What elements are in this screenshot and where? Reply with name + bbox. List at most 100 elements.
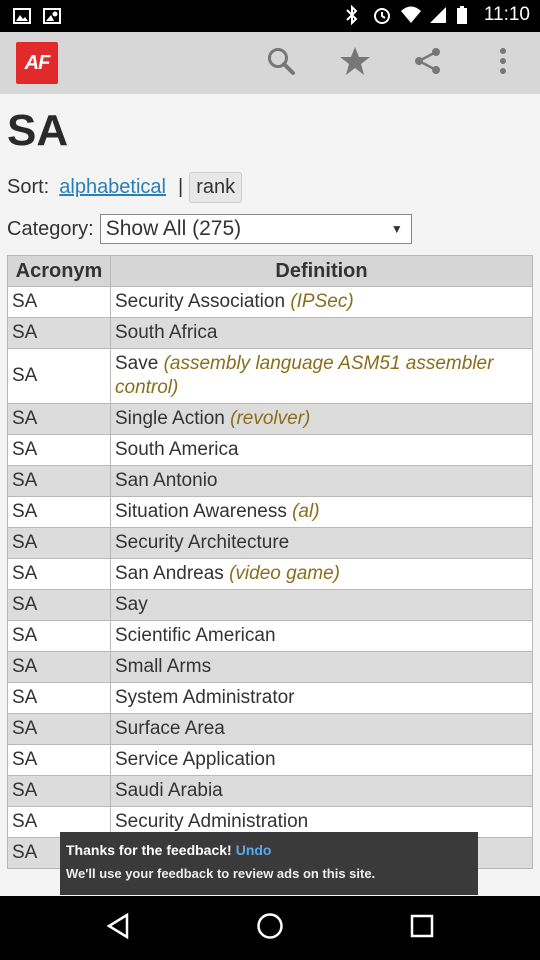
table-row[interactable]: SA Surface Area xyxy=(7,713,533,745)
signal-icon xyxy=(428,5,448,25)
definition-text: San Antonio xyxy=(115,470,218,491)
definition-cell[interactable]: Security Architecture xyxy=(110,527,533,559)
app-logo[interactable]: AF xyxy=(16,42,58,84)
category-label: Category: xyxy=(7,217,94,240)
acronym-cell: SA xyxy=(7,496,111,528)
map-image-icon xyxy=(42,6,62,26)
acronym-cell: SA xyxy=(7,713,111,745)
definition-column-header[interactable]: Definition xyxy=(110,255,533,287)
table-header-row: Acronym Definition xyxy=(7,255,533,287)
share-icon xyxy=(413,46,443,81)
acronym-cell: SA xyxy=(7,589,111,621)
definition-text: Security Architecture xyxy=(115,532,290,553)
definition-cell[interactable]: Service Application xyxy=(110,744,533,776)
definition-cell[interactable]: Say xyxy=(110,589,533,621)
acronym-cell: SA xyxy=(7,527,111,559)
bluetooth-icon xyxy=(344,4,364,26)
definition-text: Surface Area xyxy=(115,718,225,739)
definition-cell[interactable]: Surface Area xyxy=(110,713,533,745)
table-row[interactable]: SA Small Arms xyxy=(7,651,533,683)
page-title: SA xyxy=(7,106,69,155)
definition-text: System Administrator xyxy=(115,687,295,708)
definition-cell[interactable]: Small Arms xyxy=(110,651,533,683)
home-circle-icon xyxy=(255,911,285,946)
definition-cell[interactable]: System Administrator xyxy=(110,682,533,714)
table-row[interactable]: SA Security Association (IPSec) xyxy=(7,286,533,318)
acronym-cell: SA xyxy=(7,465,111,497)
table-row[interactable]: SA Single Action (revolver) xyxy=(7,403,533,435)
share-button[interactable] xyxy=(411,46,445,80)
definition-note: (IPSec) xyxy=(290,291,354,312)
definition-text: Service Application xyxy=(115,749,276,770)
table-row[interactable]: SA Service Application xyxy=(7,744,533,776)
table-row[interactable]: SA Saudi Arabia xyxy=(7,775,533,807)
toast-message: Thanks for the feedback! xyxy=(66,842,232,858)
definition-cell[interactable]: Save (assembly language ASM51 assembler … xyxy=(110,348,533,404)
back-triangle-icon xyxy=(105,912,131,945)
definition-text: Single Action xyxy=(115,408,225,429)
sort-label: Sort: xyxy=(7,176,50,198)
definition-cell[interactable]: San Andreas (video game) xyxy=(110,558,533,590)
definition-cell[interactable]: Scientific American xyxy=(110,620,533,652)
category-row: Category: Show All (275) ▼ xyxy=(7,214,412,244)
acronym-cell: SA xyxy=(7,317,111,349)
acronym-cell: SA xyxy=(7,286,111,318)
table-row[interactable]: SA South America xyxy=(7,434,533,466)
definition-note: (video game) xyxy=(229,563,340,584)
acronym-cell: SA xyxy=(7,651,111,683)
acronym-table: Acronym Definition SA Security Associatio… xyxy=(7,255,533,869)
sort-rank-option[interactable]: rank xyxy=(189,172,243,203)
table-row[interactable]: SA Scientific American xyxy=(7,620,533,652)
definition-text: Say xyxy=(115,594,148,615)
definition-text: Save xyxy=(115,353,159,374)
acronym-cell: SA xyxy=(7,744,111,776)
star-icon xyxy=(339,45,371,82)
status-bar: 11:10 xyxy=(0,0,540,32)
home-button[interactable] xyxy=(252,910,288,946)
undo-button[interactable]: Undo xyxy=(236,842,272,858)
table-row[interactable]: SA South Africa xyxy=(7,317,533,349)
definition-cell[interactable]: Saudi Arabia xyxy=(110,775,533,807)
table-row[interactable]: SA San Antonio xyxy=(7,465,533,497)
acronym-column-header[interactable]: Acronym xyxy=(7,255,111,287)
definition-cell[interactable]: San Antonio xyxy=(110,465,533,497)
definition-cell[interactable]: Security Association (IPSec) xyxy=(110,286,533,318)
battery-icon xyxy=(456,5,476,25)
alarm-icon xyxy=(372,5,392,25)
definition-text: Scientific American xyxy=(115,625,276,646)
back-button[interactable] xyxy=(100,910,136,946)
image-icon xyxy=(12,6,32,26)
definition-cell[interactable]: Situation Awareness (al) xyxy=(110,496,533,528)
definition-text: South Africa xyxy=(115,322,218,343)
table-row[interactable]: SA San Andreas (video game) xyxy=(7,558,533,590)
table-row[interactable]: SA System Administrator xyxy=(7,682,533,714)
table-row[interactable]: SA Security Architecture xyxy=(7,527,533,559)
favorite-button[interactable] xyxy=(338,46,372,80)
sort-alphabetical-link[interactable]: alphabetical xyxy=(59,176,166,199)
definition-cell[interactable]: South America xyxy=(110,434,533,466)
definition-cell[interactable]: South Africa xyxy=(110,317,533,349)
definition-text: Security Association xyxy=(115,291,286,312)
category-select[interactable]: Show All (275) ▼ xyxy=(99,214,412,244)
definition-text: Situation Awareness xyxy=(115,501,287,522)
definition-note: (revolver) xyxy=(230,408,311,429)
more-vert-icon xyxy=(498,46,508,81)
sort-row: Sort: alphabetical | rank xyxy=(7,172,243,203)
definition-note: (al) xyxy=(292,501,320,522)
acronym-cell: SA xyxy=(7,682,111,714)
recents-button[interactable] xyxy=(404,910,440,946)
table-row[interactable]: SA Save (assembly language ASM51 assemble… xyxy=(7,348,533,404)
definition-text: South America xyxy=(115,439,239,460)
recents-square-icon xyxy=(409,913,435,944)
more-options-button[interactable] xyxy=(486,46,520,80)
acronym-cell: SA xyxy=(7,403,111,435)
definition-text: Saudi Arabia xyxy=(115,780,223,801)
definition-text: Security Administration xyxy=(115,811,309,832)
definition-cell[interactable]: Single Action (revolver) xyxy=(110,403,533,435)
navigation-bar xyxy=(0,896,540,960)
sort-separator: | xyxy=(178,176,184,198)
search-button[interactable] xyxy=(264,46,298,80)
table-row[interactable]: SA Say xyxy=(7,589,533,621)
table-row[interactable]: SA Situation Awareness (al) xyxy=(7,496,533,528)
acronym-cell: SA xyxy=(7,434,111,466)
